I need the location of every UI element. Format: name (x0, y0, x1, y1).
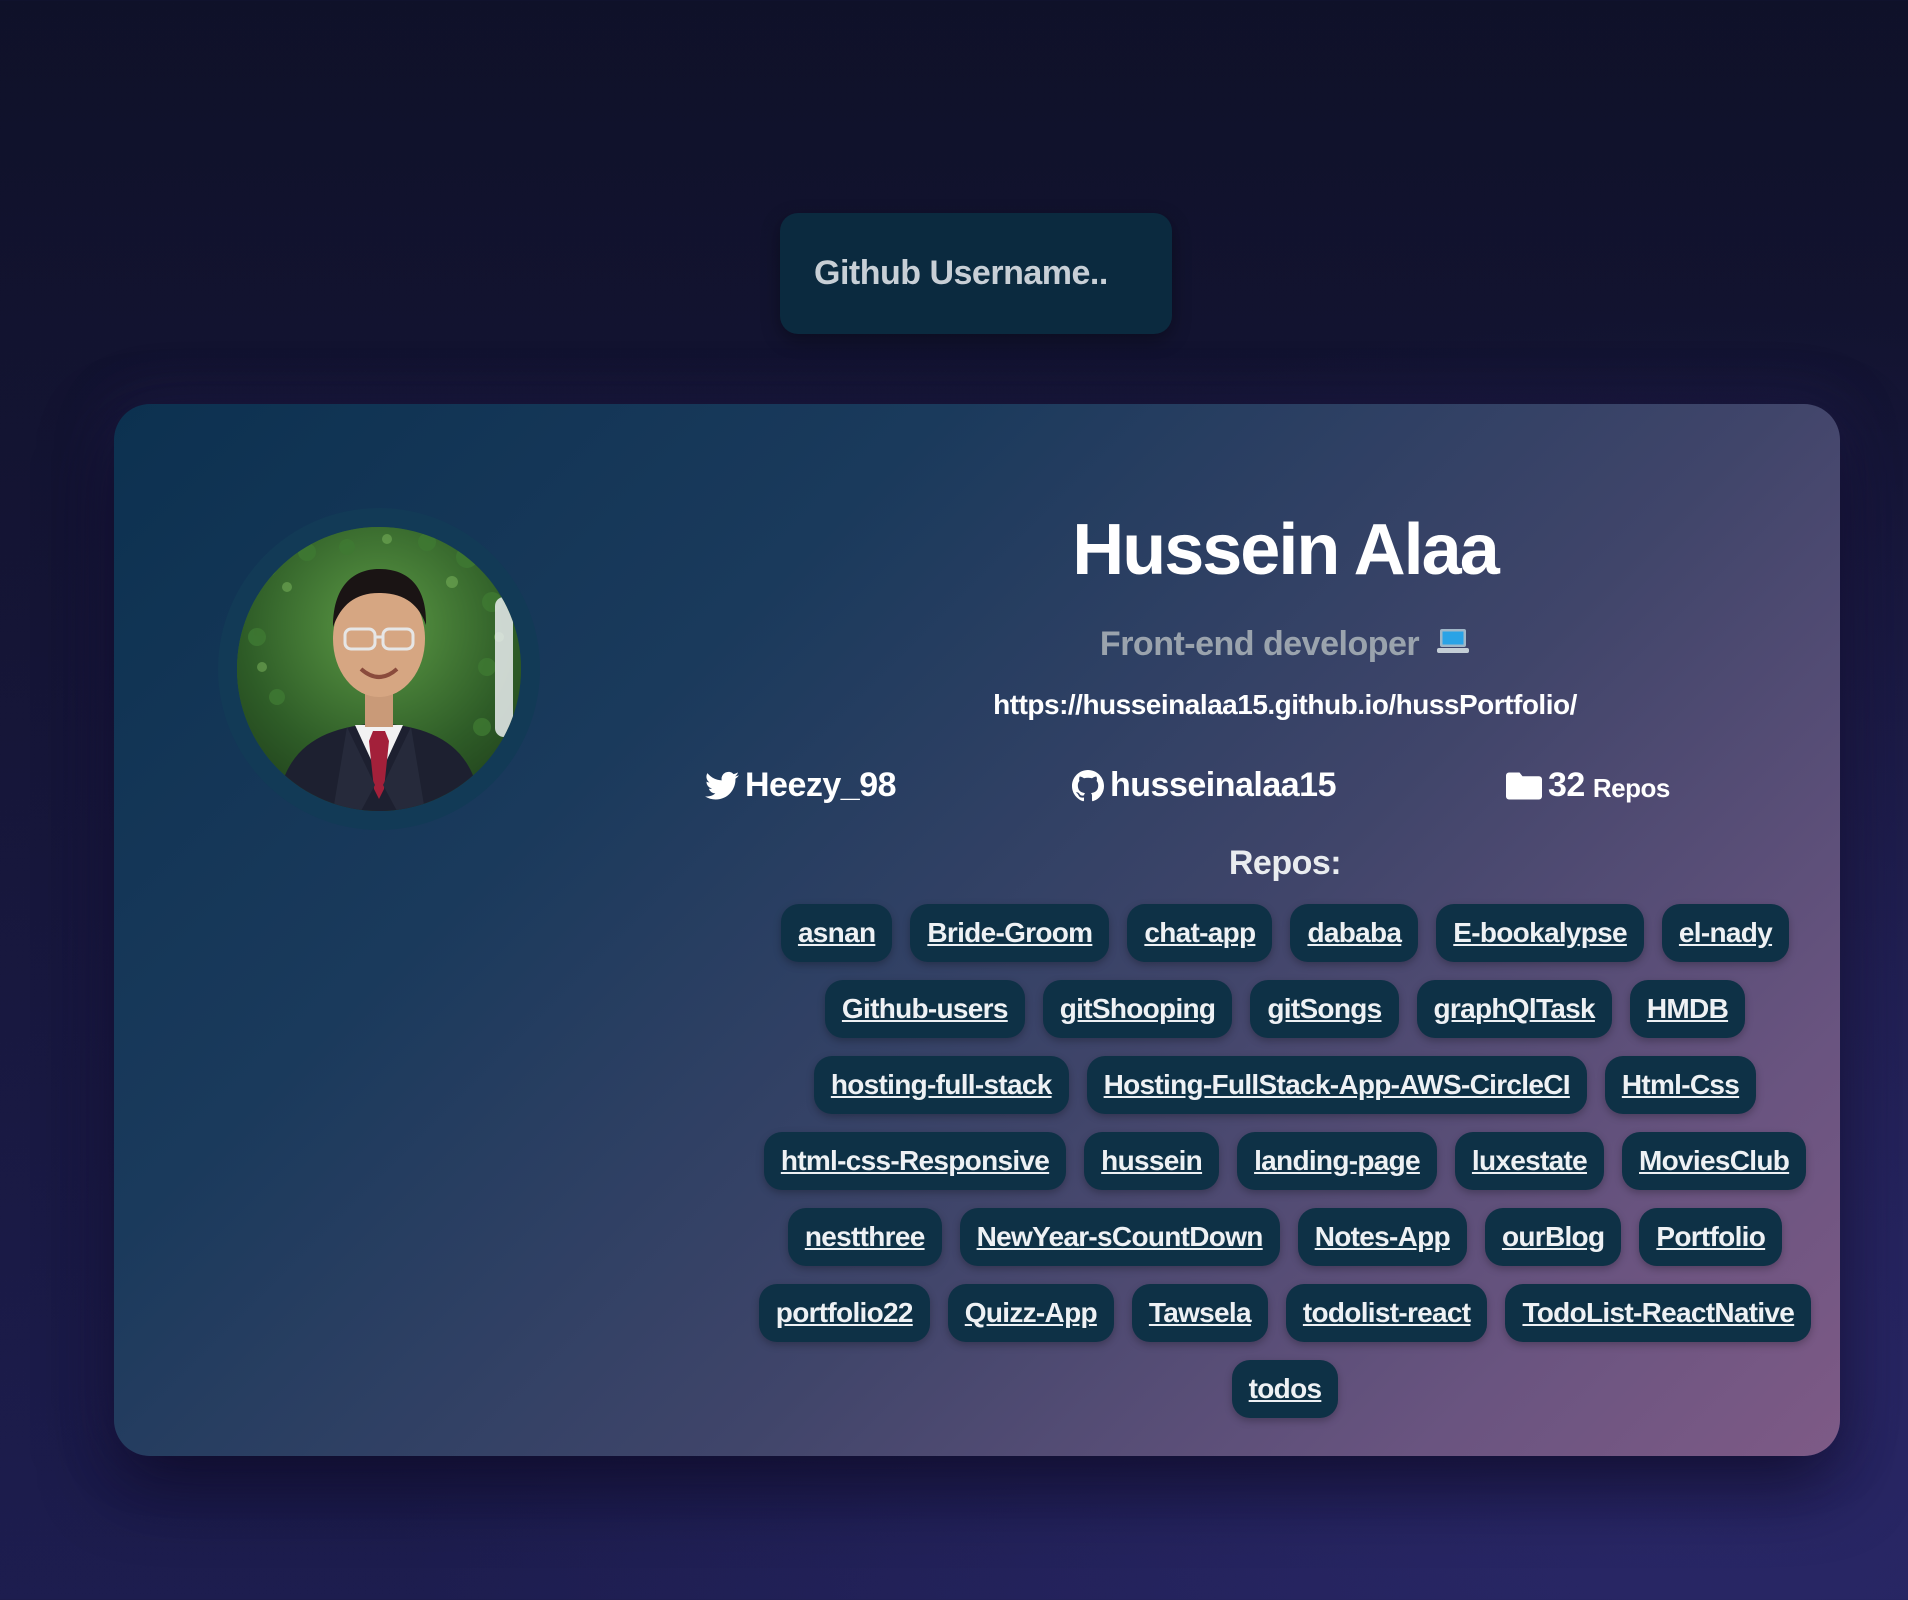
blog-link[interactable]: https://husseinalaa15.github.io/hussPort… (620, 689, 1908, 721)
twitter-stat[interactable]: Heezy_98 (705, 766, 897, 805)
repo-tag[interactable]: HMDB (1629, 980, 1746, 1038)
avatar-ring (218, 508, 540, 830)
repo-tag[interactable]: landing-page (1237, 1132, 1437, 1190)
profile-name: Hussein Alaa (1072, 510, 1500, 590)
repo-tag[interactable]: Notes-App (1297, 1208, 1467, 1266)
profile-bio: Front-end developer (620, 625, 1908, 666)
folder-icon (1506, 772, 1542, 799)
repo-tag[interactable]: asnan (780, 904, 893, 962)
github-username-input[interactable] (780, 213, 1172, 334)
repo-tag[interactable]: TodoList-ReactNative (1505, 1284, 1812, 1342)
repo-tag[interactable]: Bride-Groom (910, 904, 1110, 962)
repo-tag[interactable]: Html-Css (1604, 1056, 1757, 1114)
repo-tag[interactable]: Github-users (824, 980, 1025, 1038)
search-container (780, 213, 1172, 334)
repo-tag[interactable]: todolist-react (1285, 1284, 1488, 1342)
repo-tag[interactable]: hussein (1084, 1132, 1220, 1190)
twitter-handle: Heezy_98 (745, 766, 897, 804)
repos-stat: 32 Repos (1506, 766, 1670, 805)
github-stat[interactable]: husseinalaa15 (1072, 766, 1336, 805)
repo-tag[interactable]: portfolio22 (758, 1284, 930, 1342)
twitter-icon (705, 771, 739, 799)
repo-tag[interactable]: Quizz-App (947, 1284, 1114, 1342)
profile-card: Hussein Alaa Front-end developer https:/… (114, 404, 1840, 1456)
avatar-photo-icon (237, 527, 521, 811)
repo-tag[interactable]: luxestate (1454, 1132, 1605, 1190)
repo-tag[interactable]: dababa (1290, 904, 1419, 962)
repo-tag[interactable]: ourBlog (1484, 1208, 1622, 1266)
repo-tag[interactable]: E-bookalypse (1436, 904, 1644, 962)
repo-tag[interactable]: MoviesClub (1622, 1132, 1807, 1190)
repo-tag[interactable]: nestthree (787, 1208, 942, 1266)
repo-tag[interactable]: NewYear-sCountDown (959, 1208, 1280, 1266)
repo-tag[interactable]: gitSongs (1250, 980, 1399, 1038)
repos-heading: Repos: (1228, 844, 1342, 882)
repo-tag[interactable]: gitShooping (1042, 980, 1233, 1038)
profile-stats: Heezy_98 husseinalaa15 32 Repos (620, 766, 1908, 816)
repo-count: 32 (1548, 766, 1585, 804)
github-icon (1072, 769, 1104, 801)
repo-tag[interactable]: Tawsela (1131, 1284, 1268, 1342)
github-login: husseinalaa15 (1110, 766, 1336, 804)
avatar (237, 527, 521, 811)
laptop-icon (1436, 627, 1470, 666)
repo-tag[interactable]: chat-app (1127, 904, 1273, 962)
repo-tag[interactable]: hosting-full-stack (813, 1056, 1069, 1114)
repo-tag[interactable]: graphQlTask (1416, 980, 1612, 1038)
repo-tag[interactable]: Hosting-FullStack-App-AWS-CircleCI (1086, 1056, 1587, 1114)
bio-text: Front-end developer (1099, 625, 1420, 663)
repo-tag[interactable]: html-css-Responsive (763, 1132, 1067, 1190)
repo-tag[interactable]: Portfolio (1639, 1208, 1783, 1266)
repo-count-label: Repos (1592, 773, 1670, 803)
repo-list: asnan Bride-Groom chat-app dababa E-bookalyp… (620, 904, 1908, 1418)
repo-tag[interactable]: el-nady (1661, 904, 1790, 962)
repo-tag[interactable]: todos (1231, 1360, 1339, 1418)
